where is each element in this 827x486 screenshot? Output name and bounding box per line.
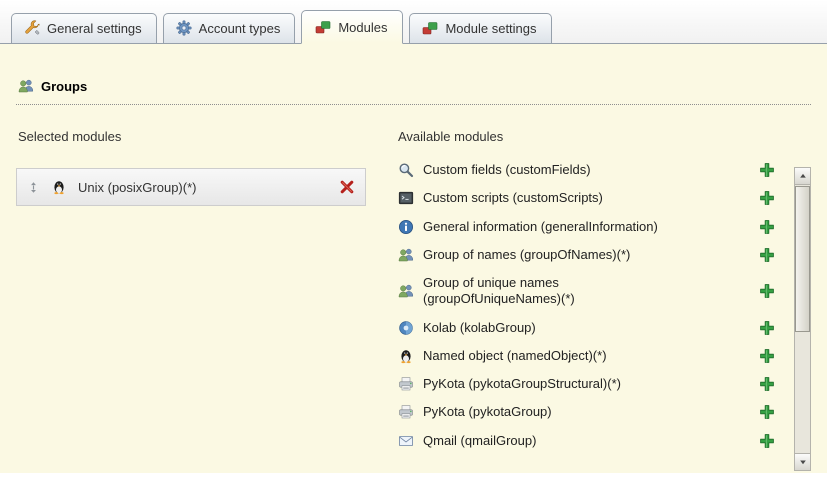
tab-modules[interactable]: Modules bbox=[301, 10, 403, 44]
plus-icon bbox=[759, 190, 775, 206]
available-module-label: PyKota (pykotaGroup) bbox=[423, 404, 552, 420]
wrench-icon bbox=[24, 20, 40, 36]
plus-icon bbox=[759, 433, 775, 449]
available-module-row: Named object (namedObject)(*) bbox=[396, 342, 781, 370]
tab-label: Module settings bbox=[445, 21, 536, 36]
available-module-row: Custom scripts (customScripts) bbox=[396, 184, 781, 212]
selected-modules-column: Selected modules Unix (posixGroup)(*) bbox=[16, 129, 396, 455]
tab-account-types[interactable]: Account types bbox=[163, 13, 296, 43]
plus-icon bbox=[759, 162, 775, 178]
scrollbar-thumb[interactable] bbox=[795, 186, 810, 332]
scrollbar-up-button[interactable] bbox=[795, 168, 810, 185]
available-modules-list: Custom fields (customFields) Custom scri… bbox=[396, 156, 781, 455]
groups-section-heading: Groups bbox=[16, 44, 811, 105]
available-module-label: Group of names (groupOfNames)(*) bbox=[423, 247, 630, 263]
tux-icon bbox=[398, 348, 414, 364]
available-module-row: Custom fields (customFields) bbox=[396, 156, 781, 184]
add-module-button[interactable] bbox=[759, 348, 775, 364]
group-icon bbox=[398, 247, 414, 263]
remove-module-button[interactable] bbox=[339, 179, 355, 195]
plus-icon bbox=[759, 376, 775, 392]
add-module-button[interactable] bbox=[759, 162, 775, 178]
available-module-row: PyKota (pykotaGroup) bbox=[396, 398, 781, 426]
available-module-label: Kolab (kolabGroup) bbox=[423, 320, 536, 336]
drag-handle-icon[interactable] bbox=[27, 181, 40, 194]
modules-columns: Selected modules Unix (posixGroup)(*) Av… bbox=[16, 129, 811, 455]
available-modules-heading: Available modules bbox=[396, 129, 781, 144]
available-module-label: PyKota (pykotaGroupStructural)(*) bbox=[423, 376, 621, 392]
add-module-button[interactable] bbox=[759, 320, 775, 336]
content-area: Groups Selected modules Unix (posixGroup… bbox=[0, 44, 827, 473]
printer-icon bbox=[398, 376, 414, 392]
tab-label: General settings bbox=[47, 21, 142, 36]
add-module-button[interactable] bbox=[759, 219, 775, 235]
tab-label: Account types bbox=[199, 21, 281, 36]
add-module-button[interactable] bbox=[759, 283, 775, 299]
plus-icon bbox=[759, 219, 775, 235]
tab-label: Modules bbox=[338, 20, 387, 35]
arrow-up-icon bbox=[798, 171, 808, 181]
plus-icon bbox=[759, 320, 775, 336]
available-module-label: Group of unique names (groupOfUniqueName… bbox=[423, 275, 693, 308]
kolab-icon bbox=[398, 320, 414, 336]
tux-icon bbox=[51, 179, 67, 195]
modules-icon bbox=[315, 19, 331, 35]
available-modules-column: Available modules Custom fields (customF… bbox=[396, 129, 811, 455]
plus-icon bbox=[759, 247, 775, 263]
lam-configuration-page: General settings Account types Modules M… bbox=[0, 0, 827, 486]
selected-modules-list: Unix (posixGroup)(*) bbox=[16, 168, 396, 206]
available-module-label: General information (generalInformation) bbox=[423, 219, 658, 235]
delete-icon bbox=[339, 179, 355, 195]
selected-module-label: Unix (posixGroup)(*) bbox=[78, 180, 328, 195]
scrollbar-down-button[interactable] bbox=[795, 453, 810, 470]
scrollbar[interactable] bbox=[794, 167, 811, 471]
available-module-label: Custom fields (customFields) bbox=[423, 162, 591, 178]
available-module-row: Group of names (groupOfNames)(*) bbox=[396, 241, 781, 269]
available-module-label: Custom scripts (customScripts) bbox=[423, 190, 603, 206]
script-icon bbox=[398, 190, 414, 206]
add-module-button[interactable] bbox=[759, 433, 775, 449]
available-module-row: General information (generalInformation) bbox=[396, 213, 781, 241]
selected-modules-heading: Selected modules bbox=[16, 129, 396, 144]
magnifier-icon bbox=[398, 162, 414, 178]
arrow-down-icon bbox=[798, 457, 808, 467]
scrollbar-track[interactable] bbox=[795, 185, 810, 453]
add-module-button[interactable] bbox=[759, 376, 775, 392]
add-module-button[interactable] bbox=[759, 247, 775, 263]
info-icon bbox=[398, 219, 414, 235]
add-module-button[interactable] bbox=[759, 190, 775, 206]
groups-icon bbox=[18, 78, 34, 94]
module-settings-icon bbox=[422, 20, 438, 36]
available-module-label: Named object (namedObject)(*) bbox=[423, 348, 607, 364]
plus-icon bbox=[759, 348, 775, 364]
add-module-button[interactable] bbox=[759, 404, 775, 420]
gear-icon bbox=[176, 20, 192, 36]
plus-icon bbox=[759, 283, 775, 299]
printer-icon bbox=[398, 404, 414, 420]
available-module-row: PyKota (pykotaGroupStructural)(*) bbox=[396, 370, 781, 398]
tab-general-settings[interactable]: General settings bbox=[11, 13, 157, 43]
available-module-row: Group of unique names (groupOfUniqueName… bbox=[396, 269, 781, 314]
selected-module-row[interactable]: Unix (posixGroup)(*) bbox=[16, 168, 366, 206]
available-module-row: Qmail (qmailGroup) bbox=[396, 427, 781, 455]
mail-icon bbox=[398, 433, 414, 449]
available-module-row: Kolab (kolabGroup) bbox=[396, 314, 781, 342]
group-icon bbox=[398, 283, 414, 299]
available-module-label: Qmail (qmailGroup) bbox=[423, 433, 536, 449]
tab-bar: General settings Account types Modules M… bbox=[0, 0, 827, 44]
tab-module-settings[interactable]: Module settings bbox=[409, 13, 551, 43]
section-title: Groups bbox=[41, 79, 87, 94]
plus-icon bbox=[759, 404, 775, 420]
